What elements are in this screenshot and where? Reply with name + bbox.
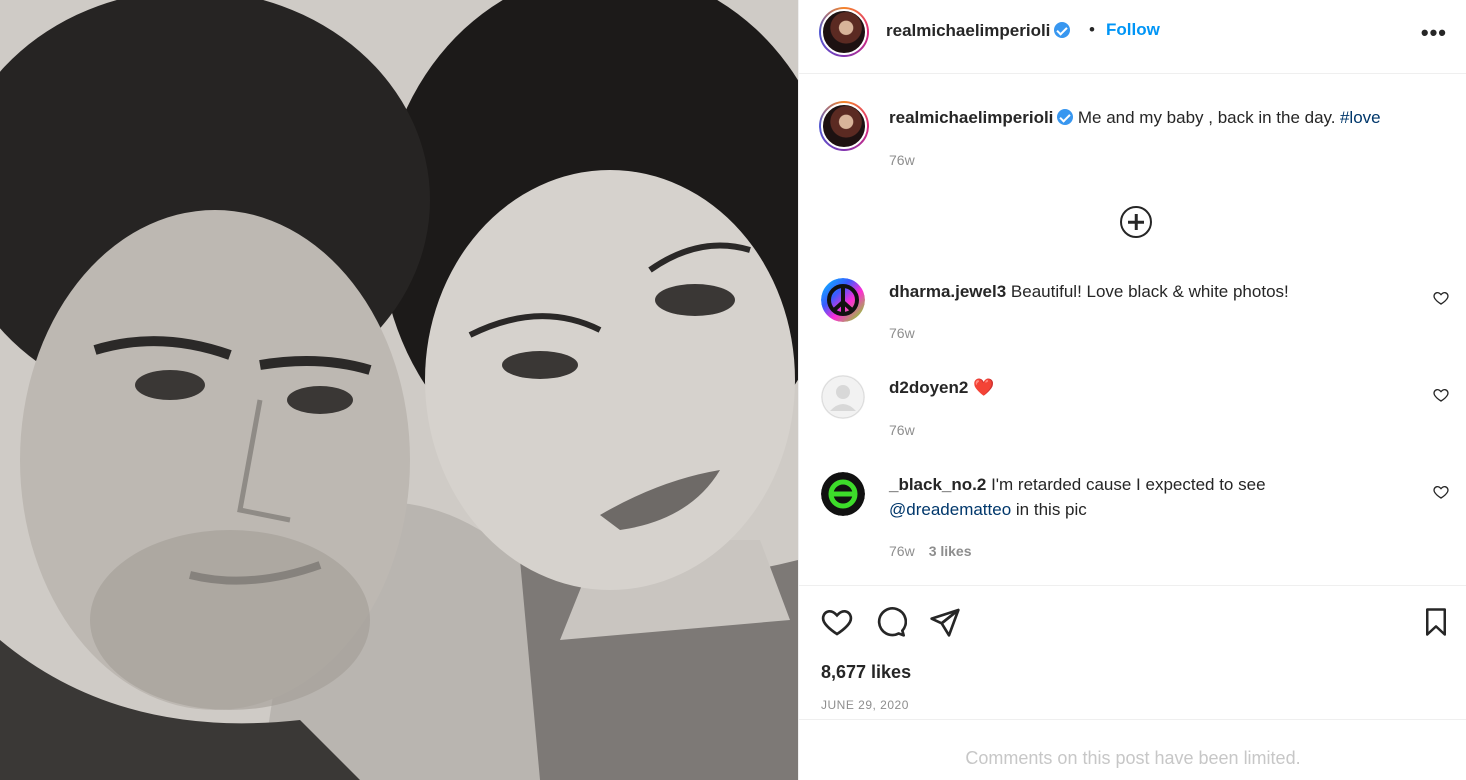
comment-username[interactable]: dharma.jewel3 <box>889 282 1006 301</box>
hashtag-link[interactable]: #love <box>1340 108 1381 127</box>
caption-author-username[interactable]: realmichaelimperioli <box>889 108 1053 127</box>
load-more-comments-icon[interactable] <box>1120 206 1152 238</box>
save-bookmark-icon[interactable] <box>1421 606 1451 638</box>
comment-username[interactable]: d2doyen2 <box>889 378 968 397</box>
post-date[interactable]: JUNE 29, 2020 <box>821 698 909 712</box>
author-username[interactable]: realmichaelimperioli <box>886 21 1050 40</box>
share-paper-plane-icon[interactable] <box>929 606 961 638</box>
follow-button[interactable]: Follow <box>1106 20 1160 40</box>
comment-text: Beautiful! Love black & white photos! <box>1010 282 1289 301</box>
separator-dot: • <box>1089 20 1095 39</box>
post-side-panel: realmichaelimperioli • Follow ••• realmi… <box>798 0 1466 780</box>
post-actions: 8,677 likes JUNE 29, 2020 <box>799 585 1466 719</box>
type-o-negative-logo-icon[interactable] <box>821 472 865 516</box>
comment-likes-count[interactable]: 3 likes <box>929 543 972 559</box>
mention-link[interactable]: @dreadematteo <box>889 500 1011 519</box>
author-avatar[interactable] <box>819 7 869 57</box>
caption-author-avatar[interactable] <box>819 101 869 151</box>
comments-limited-notice: Comments on this post have been limited. <box>799 719 1466 780</box>
post-photo[interactable] <box>0 0 798 780</box>
comment-timestamp[interactable]: 76w <box>889 422 915 438</box>
more-options-icon[interactable]: ••• <box>1421 20 1447 46</box>
caption-timestamp[interactable]: 76w <box>889 152 915 168</box>
photo-illustration <box>0 0 798 780</box>
comment-timestamp[interactable]: 76w <box>889 543 915 559</box>
like-comment-heart-icon[interactable] <box>1433 484 1449 500</box>
like-heart-icon[interactable] <box>821 606 853 638</box>
caption-text: Me and my baby , back in the day. <box>1077 108 1336 127</box>
comment-timestamp[interactable]: 76w <box>889 325 915 341</box>
like-comment-heart-icon[interactable] <box>1433 290 1449 306</box>
comment-text: ❤️ <box>973 378 995 397</box>
comment-bubble-icon[interactable] <box>875 606 907 638</box>
comment-username[interactable]: _black_no.2 <box>889 475 986 494</box>
like-comment-heart-icon[interactable] <box>1433 387 1449 403</box>
likes-count[interactable]: 8,677 likes <box>821 662 911 683</box>
verified-badge-icon <box>1057 109 1074 125</box>
verified-badge-icon <box>1054 22 1071 38</box>
peace-sign-icon[interactable] <box>821 278 865 322</box>
default-avatar-icon[interactable] <box>821 375 865 419</box>
post-header: realmichaelimperioli • Follow ••• <box>799 0 1466 74</box>
comment-text: I'm retarded cause I expected to see <box>991 475 1266 494</box>
comment-text-continued: in this pic <box>1015 500 1087 519</box>
